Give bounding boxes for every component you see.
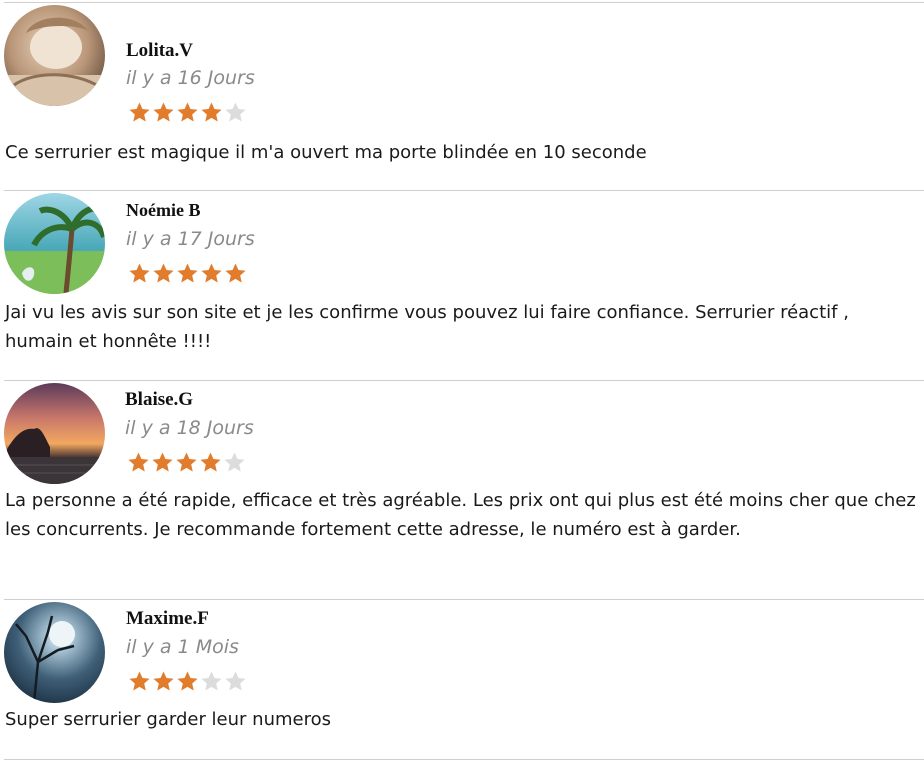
review-author: Noémie B [126, 200, 201, 220]
star-rating [128, 670, 248, 694]
avatar-palm-tree-photo-icon [4, 193, 105, 294]
review-timestamp: il y a 1 Mois [126, 636, 239, 658]
star-filled-icon [128, 670, 151, 693]
review-text: Jai vu les avis sur son site et je les c… [5, 302, 849, 352]
review-divider [4, 190, 924, 191]
review-divider [4, 599, 924, 600]
star-rating [128, 101, 248, 125]
review-timestamp: il y a 17 Jours [126, 228, 255, 250]
review-timestamp: il y a 16 Jours [126, 67, 255, 89]
star-filled-icon [152, 101, 175, 124]
review-text: La personne a été rapide, efficace et tr… [5, 490, 916, 540]
star-filled-icon [175, 451, 198, 474]
review-text: Ce serrurier est magique il m'a ouvert m… [5, 142, 647, 163]
star-filled-icon [151, 451, 174, 474]
review-timestamp: il y a 18 Jours [125, 417, 254, 439]
star-filled-icon [176, 101, 199, 124]
star-empty-icon [224, 101, 247, 124]
review-text: Super serrurier garder leur numeros [5, 709, 331, 730]
star-filled-icon [224, 262, 247, 285]
star-filled-icon [199, 451, 222, 474]
avatar-moon-tree-photo-icon [4, 602, 105, 703]
star-rating [128, 262, 248, 286]
review-divider [4, 380, 924, 381]
star-filled-icon [127, 451, 150, 474]
avatar-child-photo-icon [4, 5, 105, 106]
review-author: Blaise.G [125, 389, 194, 410]
star-filled-icon [200, 262, 223, 285]
star-filled-icon [152, 262, 175, 285]
star-empty-icon [200, 670, 223, 693]
star-empty-icon [224, 670, 247, 693]
star-rating [127, 451, 247, 475]
star-filled-icon [128, 101, 151, 124]
review-author: Lolita.V [126, 40, 194, 61]
review-divider [4, 2, 924, 3]
star-filled-icon [176, 262, 199, 285]
star-filled-icon [128, 262, 151, 285]
star-empty-icon [223, 451, 246, 474]
star-filled-icon [176, 670, 199, 693]
avatar-sunset-photo-icon [4, 383, 105, 484]
star-filled-icon [200, 101, 223, 124]
review-author: Maxime.F [126, 608, 209, 629]
star-filled-icon [152, 670, 175, 693]
review-divider [4, 759, 924, 760]
